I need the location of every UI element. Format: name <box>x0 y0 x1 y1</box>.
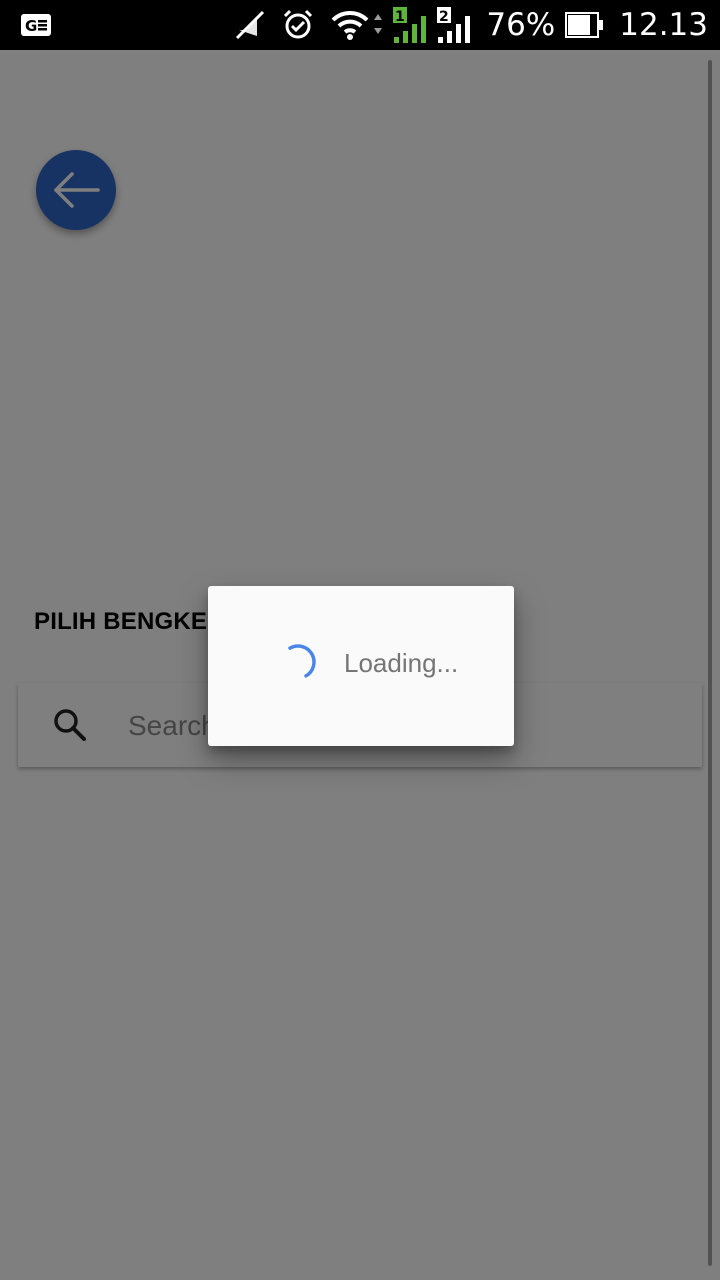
signal-sim2-icon: 2 <box>436 7 476 43</box>
svg-text:G: G <box>25 17 37 35</box>
sim1-label: 1 <box>395 9 405 25</box>
clock: 12.13 <box>619 7 708 43</box>
loading-spinner-icon <box>288 644 316 678</box>
signal-sim1-icon: 1 <box>392 7 432 43</box>
scrollbar <box>708 60 712 1266</box>
wifi-icon <box>330 7 386 43</box>
loading-text: Loading... <box>344 648 459 678</box>
sim-card-icon: G <box>20 0 52 50</box>
battery-percent: 76% <box>486 7 556 43</box>
status-icons: 1 2 76% 12.13 <box>232 0 708 50</box>
battery-icon <box>565 7 605 43</box>
sim2-label: 2 <box>439 9 449 25</box>
loading-dialog: Loading... <box>208 586 514 746</box>
mute-icon <box>232 7 268 43</box>
status-bar: G 1 2 76% 12.13 <box>0 0 720 50</box>
alarm-icon <box>280 7 316 43</box>
screen: G 1 2 76% 12.13 Search Loading... <box>0 0 720 1280</box>
